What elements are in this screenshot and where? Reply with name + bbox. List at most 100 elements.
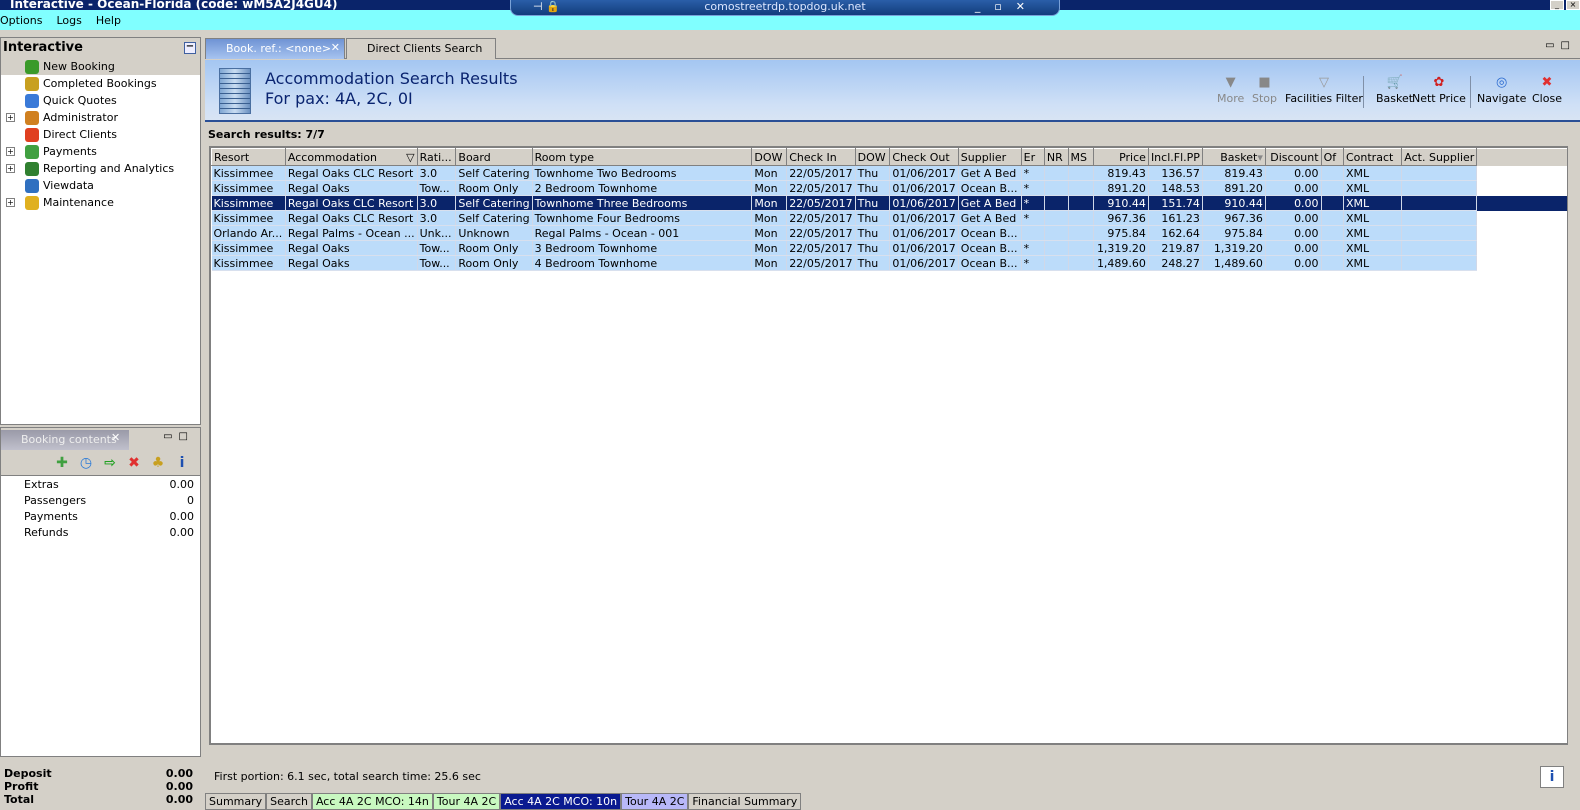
table-row[interactable]: Kissimmee Regal Oaks Tow... Room Only 2 Bedr… [211,180,1567,196]
column-header[interactable]: Contract [1342,148,1403,166]
tree-item[interactable]: Quick Quotes [1,92,200,109]
add-icon[interactable]: ✚ [54,455,70,471]
table-row[interactable]: Orlando Ar... Regal Palms - Ocean ... Unk.… [211,225,1567,241]
minimize-button[interactable]: _ [1550,0,1564,10]
menu-options[interactable]: Options [0,14,42,27]
tree-item[interactable]: Viewdata [1,177,200,194]
clock-icon[interactable]: ◷ [78,455,94,471]
column-header[interactable]: Act. Supplier [1401,148,1478,166]
total-label: Profit [4,780,39,793]
column-header-label: MS [1070,150,1087,164]
bottom-tab[interactable]: Tour 4A 2C [621,793,689,810]
bottom-tab[interactable]: Summary [205,793,267,810]
column-header[interactable]: Resort [211,148,286,166]
basket-transfer-icon[interactable]: ⇨ [102,455,118,471]
panel-min-max-buttons[interactable]: ▭□ [163,431,194,442]
expand-icon[interactable]: + [6,113,15,122]
expand-icon[interactable]: + [6,198,15,207]
column-header[interactable]: Rati... [416,148,457,166]
column-header[interactable]: Basket▾ [1201,148,1266,166]
pin-icon[interactable]: ⊣ 🔒 [533,0,560,14]
palm-tree-icon[interactable]: ♣ [150,455,166,471]
column-header[interactable]: Of [1320,148,1344,166]
total-label: Deposit [4,767,52,780]
tree-item[interactable]: + Administrator [1,109,200,126]
table-row[interactable]: Kissimmee Regal Oaks Tow... Room Only 3 Bedr… [211,240,1567,256]
filter-icon[interactable]: ▽ [406,151,414,164]
minimize-panel-button[interactable]: − [184,42,196,54]
table-row[interactable]: Kissimmee Regal Oaks CLC Resort 3.0 Self Ca… [211,165,1567,181]
menu-help[interactable]: Help [96,14,121,27]
table-cell: Kissimmee [211,180,286,196]
table-cell: 22/05/2017 [786,180,856,196]
booking-contents-title: Booking contents [21,433,117,446]
bottom-tab[interactable]: Search [266,793,312,810]
delete-icon[interactable]: ✖ [126,455,142,471]
tree-item[interactable]: Completed Bookings [1,75,200,92]
table-cell: Thu [855,225,891,241]
close-window-button[interactable]: × [1566,0,1580,10]
remote-window-controls[interactable]: _▫✕ [975,0,1039,14]
table-cell: Kissimmee [211,240,286,256]
facilities-filter-button[interactable]: ▽ Facilities Filter [1285,74,1363,105]
menu-logs[interactable]: Logs [56,14,81,27]
compass-icon: ◎ [1496,75,1508,90]
column-header[interactable]: Accommodation ▽ [284,148,418,166]
column-header[interactable]: Room type [531,148,753,166]
table-cell: 01/06/2017 [889,225,959,241]
column-header[interactable]: Check In [786,148,856,166]
close-button[interactable]: ✖ Close [1532,74,1562,105]
bottom-tab[interactable]: Acc 4A 2C MCO: 10n [500,793,622,810]
table-cell: Regal Oaks [285,255,418,271]
bottom-tab[interactable]: Financial Summary [688,793,802,810]
table-cell: * [1021,210,1045,226]
info-button[interactable]: i [1540,766,1564,788]
tree-item[interactable]: New Booking [1,58,200,75]
tree-item[interactable]: + Maintenance [1,194,200,211]
expand-icon[interactable]: + [6,147,15,156]
tree-item[interactable]: Direct Clients [1,126,200,143]
table-cell [1068,210,1095,226]
column-header[interactable]: DOW [854,148,891,166]
column-header[interactable]: MS [1067,148,1095,166]
column-header[interactable]: Incl.Fl.PP [1147,148,1203,166]
tab-booking-ref[interactable]: Book. ref.: <none> ✕ [205,38,345,59]
table-cell [1068,255,1095,271]
close-tab-icon[interactable]: ✕ [111,431,120,444]
column-header[interactable]: Board [455,148,533,166]
column-header[interactable]: Er [1020,148,1045,166]
navigation-tree: New Booking Completed Bookings Quick Quote… [1,58,200,211]
expand-icon[interactable]: + [6,164,15,173]
tree-item[interactable]: + Reporting and Analytics [1,160,200,177]
booking-contents-tab[interactable]: Booking contents [1,430,129,450]
table-row[interactable]: Kissimmee Regal Oaks CLC Resort 3.0 Self Ca… [211,195,1567,211]
table-cell: XML [1343,195,1403,211]
tree-item-label: Maintenance [43,196,114,209]
column-header[interactable]: NR [1043,148,1069,166]
nett-price-button[interactable]: ✿ Nett Price [1412,74,1466,105]
table-cell [1021,225,1045,241]
navigate-button[interactable]: ◎ Navigate [1477,74,1526,105]
column-header[interactable]: Discount [1264,148,1322,166]
table-row[interactable]: Kissimmee Regal Oaks CLC Resort 3.0 Self Ca… [211,210,1567,226]
info-icon[interactable]: i [174,455,190,471]
stop-button[interactable]: ■ Stop [1252,74,1277,105]
bottom-tab[interactable]: Tour 4A 2C [432,793,501,810]
main-min-max-buttons[interactable]: ▭□ [1545,40,1576,51]
column-header[interactable]: Supplier [957,148,1022,166]
tab-direct-clients-search[interactable]: Direct Clients Search [346,38,496,59]
close-tab-icon[interactable]: ✕ [331,41,340,54]
sort-descending-icon[interactable]: ▾ [1257,151,1263,164]
column-header[interactable]: DOW [751,148,788,166]
tree-item[interactable]: + Payments [1,143,200,160]
table-row[interactable]: Kissimmee Regal Oaks Tow... Room Only 4 Bedr… [211,255,1567,271]
column-header[interactable]: Check Out [889,148,959,166]
table-cell: Regal Oaks CLC Resort [285,195,418,211]
basket-button[interactable]: 🛒 Basket [1376,74,1413,105]
bottom-tab[interactable]: Acc 4A 2C MCO: 14n [311,793,433,810]
column-header-label: Of [1323,150,1337,164]
more-button[interactable]: ▼ More [1217,74,1244,105]
table-cell: Kissimmee [211,255,286,271]
column-header[interactable]: Price [1093,148,1149,166]
table-cell: Townhome Two Bedrooms [532,165,753,181]
